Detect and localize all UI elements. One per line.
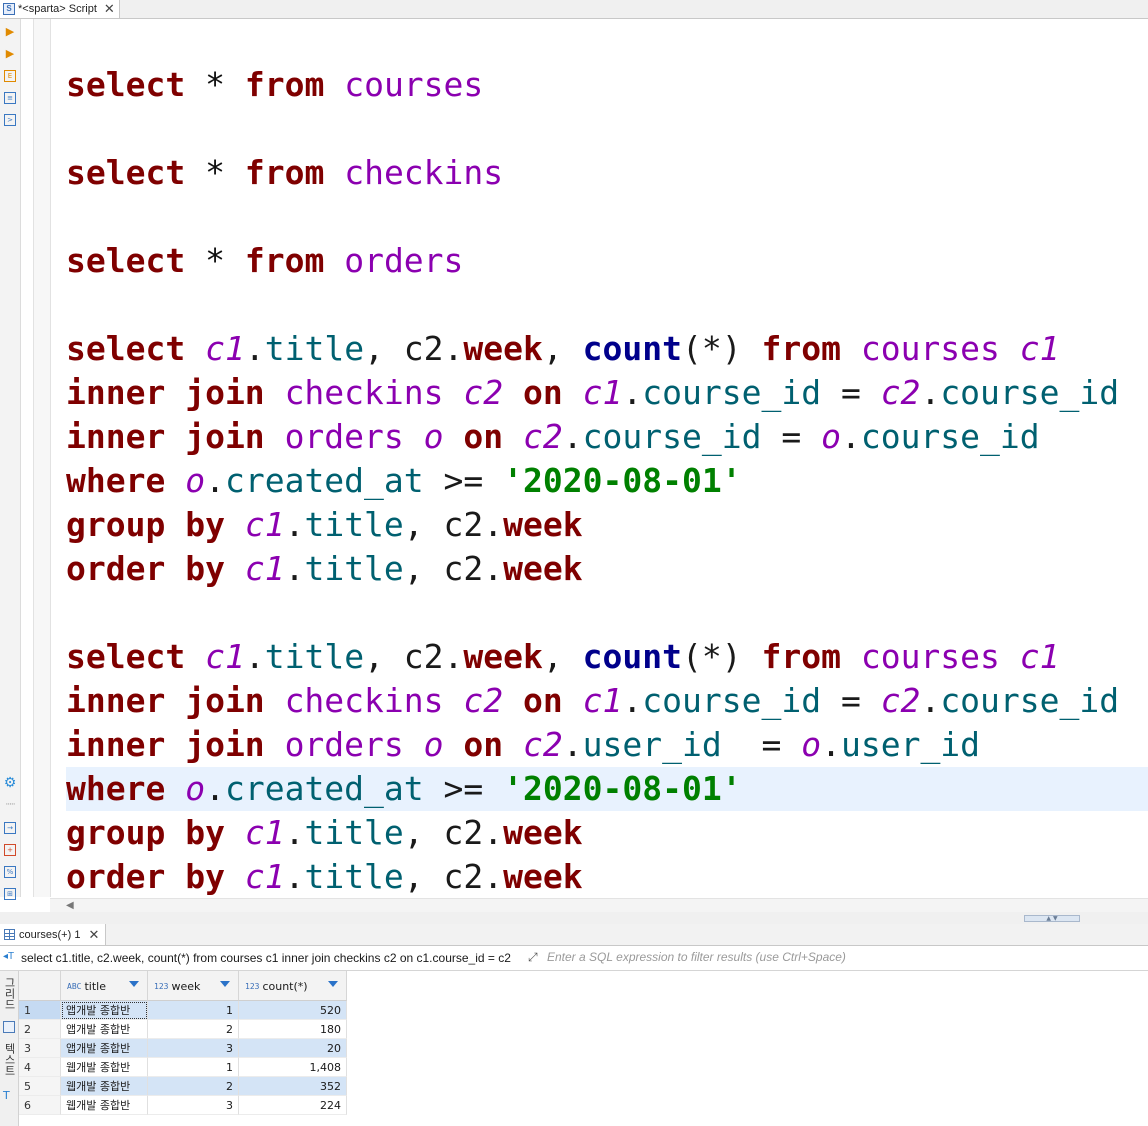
- panel-splitter[interactable]: ▲ ▼: [0, 912, 1148, 924]
- table-cell[interactable]: 520: [239, 1001, 347, 1020]
- text-view-icon[interactable]: T: [3, 1089, 10, 1102]
- code-line-current: where o.created_at >= '2020-08-01': [66, 769, 742, 808]
- column-header-title[interactable]: ABC title: [61, 971, 148, 1001]
- format-icon[interactable]: %: [4, 866, 16, 878]
- code-line: inner join checkins c2 on c1.course_id =…: [66, 681, 1120, 720]
- row-number[interactable]: 3: [19, 1039, 61, 1058]
- code-line: inner join orders o on c2.course_id = o.…: [66, 417, 1040, 456]
- filter-bar: ◂T select c1.title, c2.week, count(*) fr…: [0, 946, 1148, 971]
- table-cell[interactable]: 2: [148, 1020, 239, 1039]
- splitter-grip-icon[interactable]: ▲ ▼: [1024, 915, 1080, 922]
- results-side-tabs: 그리드 텍스트 T: [0, 971, 19, 1126]
- table-grid-icon: [4, 929, 15, 940]
- row-number[interactable]: 4: [19, 1058, 61, 1077]
- row-number[interactable]: 6: [19, 1096, 61, 1115]
- code-line: group by c1.title, c2.week: [66, 505, 583, 544]
- grid-view-tab[interactable]: 그리드: [1, 977, 17, 1010]
- number-type-icon: 123: [154, 982, 169, 991]
- settings-icon[interactable]: ⚙: [3, 776, 17, 790]
- column-header-week[interactable]: 123 week: [148, 971, 239, 1001]
- code-line: order by c1.title, c2.week: [66, 857, 583, 896]
- separator-dots-icon: ·····: [5, 800, 15, 810]
- table-cell[interactable]: 1,408: [239, 1058, 347, 1077]
- table-cell[interactable]: 앱개발 종합반: [61, 1039, 148, 1058]
- table-cell[interactable]: 웹개발 종합반: [61, 1096, 148, 1115]
- sort-arrow-icon[interactable]: [220, 981, 230, 987]
- editor-side-toolbar: ▶ ▶ E ≡ > ⚙ ····· → + % ⊞: [0, 19, 21, 900]
- row-number[interactable]: 5: [19, 1077, 61, 1096]
- table-cell[interactable]: 180: [239, 1020, 347, 1039]
- sort-arrow-icon[interactable]: [129, 981, 139, 987]
- row-number[interactable]: 1: [19, 1001, 61, 1020]
- row-number[interactable]: 2: [19, 1020, 61, 1039]
- query-preview: select c1.title, c2.week, count(*) from …: [21, 951, 511, 965]
- code-line: select * from checkins: [66, 153, 504, 192]
- expand-icon[interactable]: ⤢: [528, 950, 538, 965]
- table-cell[interactable]: 1: [148, 1001, 239, 1020]
- text-type-icon: ABC: [67, 982, 82, 991]
- grid-view-icon[interactable]: [3, 1021, 15, 1033]
- new-script-icon[interactable]: +: [4, 844, 16, 856]
- code-line: where o.created_at >= '2020-08-01': [66, 461, 742, 500]
- run-script-icon[interactable]: ▶: [3, 47, 17, 61]
- number-type-icon: 123: [245, 982, 260, 991]
- code-line: inner join orders o on c2.user_id = o.us…: [66, 725, 981, 764]
- table-cell[interactable]: 웹개발 종합반: [61, 1077, 148, 1096]
- open-console-icon[interactable]: >: [4, 114, 16, 126]
- table-cell[interactable]: 2: [148, 1077, 239, 1096]
- close-icon[interactable]: ✕: [88, 927, 99, 943]
- outline-icon[interactable]: ⊞: [4, 888, 16, 900]
- code-line: select c1.title, c2.week, count(*) from …: [66, 329, 1060, 368]
- filter-input[interactable]: [547, 948, 1145, 966]
- results-grid[interactable]: ABC title 123 week 123 count(*) 1 앱개발 종합반 1…: [19, 971, 1148, 1126]
- load-sql-icon[interactable]: ≡: [4, 92, 16, 104]
- table-cell[interactable]: 앱개발 종합반: [61, 1001, 148, 1020]
- text-view-tab[interactable]: 텍스트: [1, 1043, 17, 1076]
- script-tab-label: *<sparta> Script: [18, 3, 97, 15]
- code-line: select * from courses: [66, 65, 484, 104]
- table-cell[interactable]: 웹개발 종합반: [61, 1058, 148, 1077]
- table-cell[interactable]: 3: [148, 1096, 239, 1115]
- table-cell[interactable]: 352: [239, 1077, 347, 1096]
- column-header-count[interactable]: 123 count(*): [239, 971, 347, 1001]
- results-tab-label: courses(+) 1: [19, 928, 81, 941]
- sql-query-icon: ◂T: [3, 951, 15, 962]
- code-line: select c1.title, c2.week, count(*) from …: [66, 637, 1060, 676]
- sql-editor[interactable]: select * from courses select * from chec…: [50, 19, 1148, 897]
- close-icon[interactable]: ✕: [104, 2, 115, 15]
- export-icon[interactable]: →: [4, 822, 16, 834]
- code-line: order by c1.title, c2.week: [66, 549, 583, 588]
- results-tab-bar: courses(+) 1 ✕: [0, 924, 1148, 946]
- table-cell[interactable]: 20: [239, 1039, 347, 1058]
- code-line: group by c1.title, c2.week: [66, 813, 583, 852]
- editor-tab-bar: S *<sparta> Script ✕: [0, 0, 1148, 19]
- code-line: inner join checkins c2 on c1.course_id =…: [66, 373, 1120, 412]
- run-statement-icon[interactable]: ▶: [3, 25, 17, 39]
- row-number-header: [19, 971, 61, 1001]
- script-tab[interactable]: S *<sparta> Script ✕: [0, 0, 120, 18]
- table-cell[interactable]: 앱개발 종합반: [61, 1020, 148, 1039]
- sort-arrow-icon[interactable]: [328, 981, 338, 987]
- table-cell[interactable]: 3: [148, 1039, 239, 1058]
- editor-horizontal-scrollbar[interactable]: ◀: [50, 898, 1148, 913]
- execution-plan-icon[interactable]: E: [4, 70, 16, 82]
- results-tab[interactable]: courses(+) 1 ✕: [0, 924, 107, 945]
- code-line: select * from orders: [66, 241, 464, 280]
- table-cell[interactable]: 1: [148, 1058, 239, 1077]
- table-cell[interactable]: 224: [239, 1096, 347, 1115]
- sql-script-icon: S: [3, 3, 15, 15]
- editor-ruler: [33, 19, 51, 897]
- editor-margin: [21, 19, 33, 897]
- scroll-left-icon[interactable]: ◀: [66, 900, 74, 911]
